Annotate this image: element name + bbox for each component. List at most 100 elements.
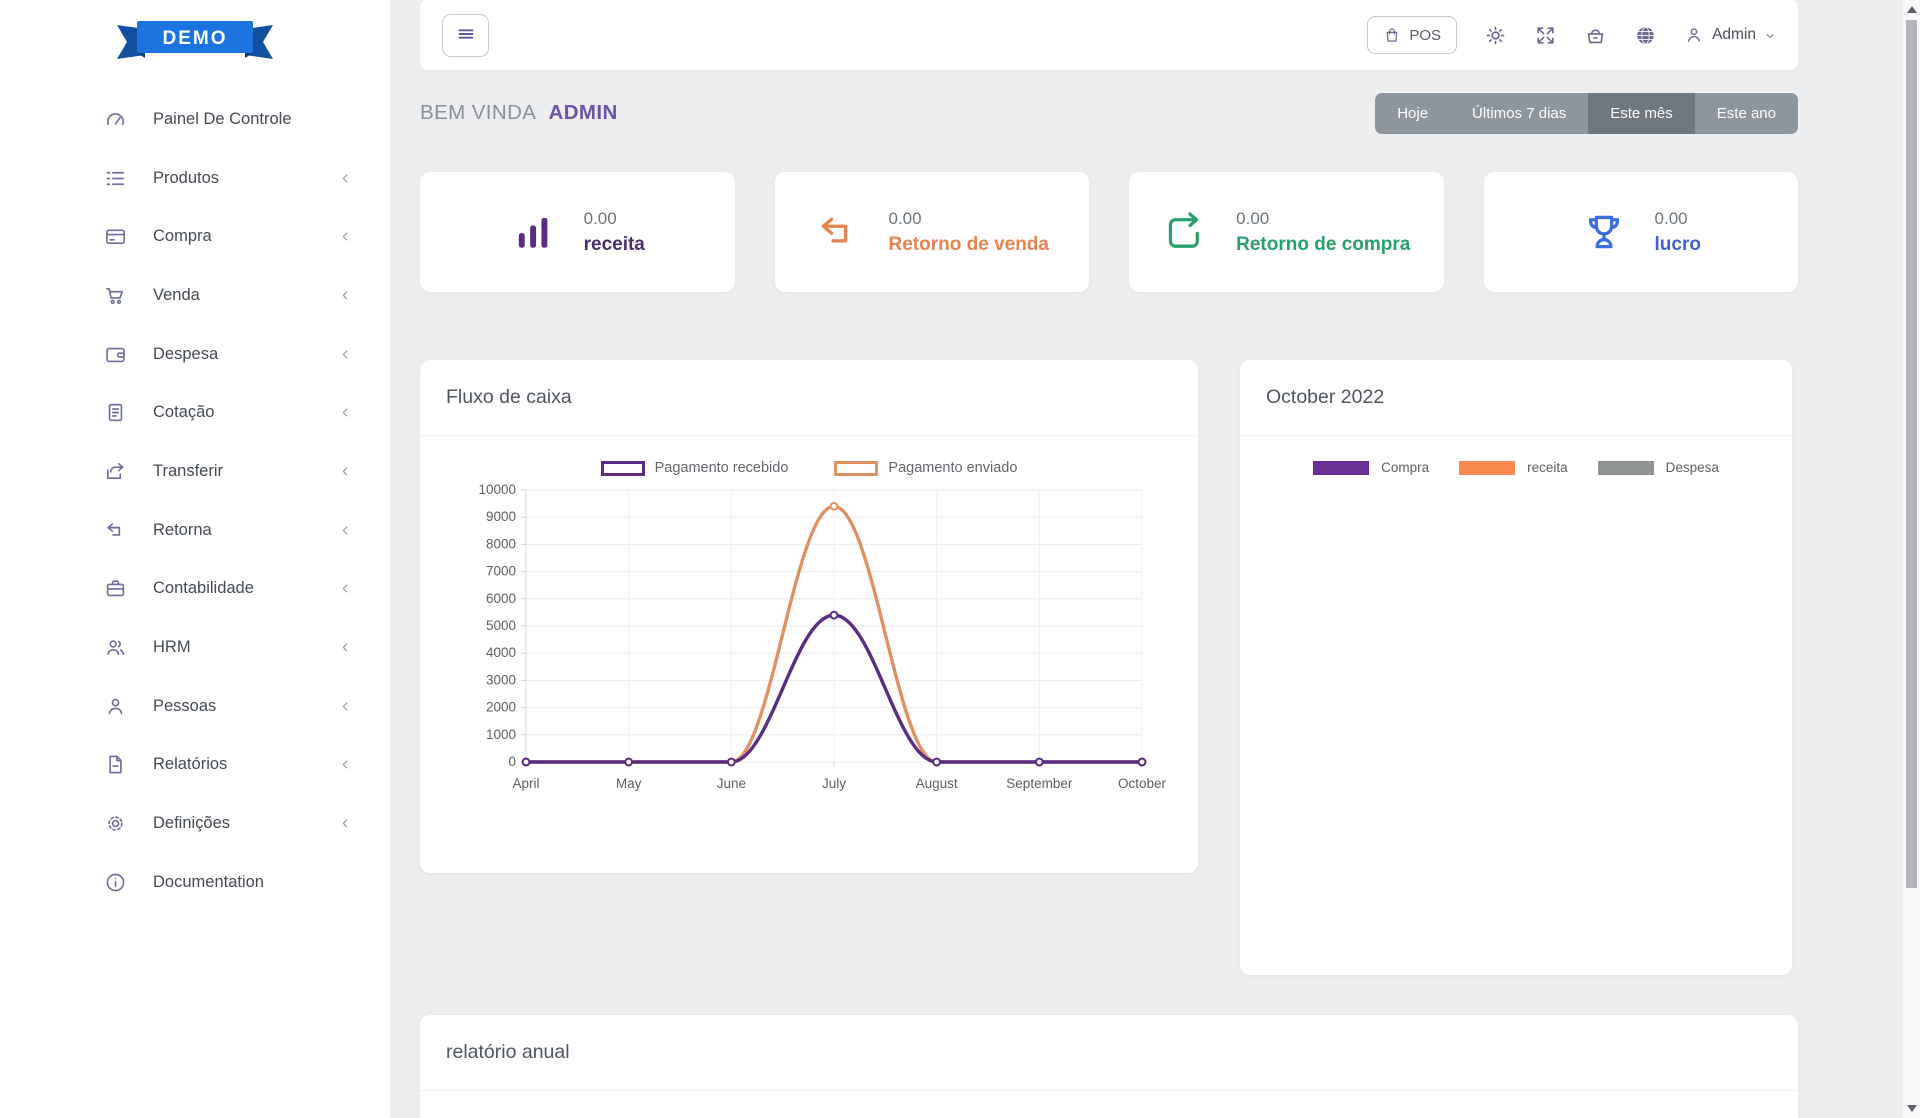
- stat-card-text: 0.00 receita: [584, 209, 645, 256]
- stat-value: 0.00: [584, 209, 645, 229]
- list-icon: [104, 167, 127, 190]
- stat-card-text: 0.00Retorno de venda: [889, 209, 1049, 256]
- svg-text:April: April: [512, 776, 539, 791]
- return-icon: [104, 519, 127, 542]
- basket-button[interactable]: [1584, 24, 1607, 47]
- svg-text:0: 0: [508, 754, 516, 769]
- sidebar-item-label: Retorna: [153, 521, 212, 540]
- svg-text:4000: 4000: [486, 645, 516, 660]
- scroll-up-icon[interactable]: [1907, 6, 1917, 13]
- panels-row: Fluxo de caixa Pagamento recebidoPagamen…: [420, 360, 1798, 975]
- cash-flow-panel: Fluxo de caixa Pagamento recebidoPagamen…: [420, 360, 1198, 873]
- sidebar-nav: Painel De ControleProdutos Compra Venda Des…: [0, 90, 390, 912]
- stat-value: 0.00: [1236, 209, 1410, 229]
- svg-text:August: August: [916, 776, 958, 791]
- sidebar-item-label: Pessoas: [153, 697, 216, 716]
- legend-swatch: [1459, 461, 1515, 475]
- legend-item-pagamento-enviado: Pagamento enviado: [834, 460, 1017, 476]
- briefcase-icon: [104, 577, 127, 600]
- topbar: POS Admin: [420, 0, 1798, 70]
- trophy-icon: [1581, 209, 1627, 255]
- sidebar-item-label: Cotação: [153, 403, 214, 422]
- stat-label: receita: [584, 234, 645, 256]
- filter-button-hoje[interactable]: Hoje: [1375, 93, 1450, 134]
- sidebar-item-despesa[interactable]: Despesa: [0, 325, 390, 384]
- admin-user-menu[interactable]: Admin: [1684, 25, 1776, 45]
- expand-button[interactable]: [1534, 24, 1557, 47]
- menu-icon: [455, 23, 477, 48]
- filter-button-este-ano[interactable]: Este ano: [1695, 93, 1798, 134]
- sidebar-item-retorna[interactable]: Retorna: [0, 501, 390, 560]
- redo-icon: [1162, 209, 1208, 255]
- svg-text:3000: 3000: [486, 672, 516, 687]
- wallet-icon: [104, 343, 127, 366]
- sidebar-item-label: Transferir: [153, 462, 223, 481]
- welcome-username: ADMIN: [548, 101, 617, 124]
- sidebar-item-relatorios[interactable]: Relatórios: [0, 736, 390, 795]
- legend-label: Compra: [1381, 460, 1429, 475]
- page-title: BEM VINDA ADMIN: [420, 101, 618, 125]
- pos-button[interactable]: POS: [1367, 16, 1457, 54]
- sidebar-item-pessoas[interactable]: Pessoas: [0, 677, 390, 736]
- gauge-icon: [104, 108, 127, 131]
- sidebar-item-label: Venda: [153, 286, 200, 305]
- hamburger-menu-button[interactable]: [442, 14, 489, 57]
- chevron-left-icon: [339, 406, 352, 419]
- annual-report-title: relatório anual: [420, 1015, 1798, 1091]
- chevron-left-icon: [339, 465, 352, 478]
- invoice-icon: [104, 401, 127, 424]
- october-panel: October 2022 ComprareceitaDespesa: [1240, 360, 1792, 975]
- sidebar-item-label: HRM: [153, 638, 191, 657]
- chevron-left-icon: [339, 758, 352, 771]
- legend-label: Pagamento recebido: [655, 460, 789, 476]
- stat-card-receita: 0.00 receita: [420, 172, 735, 292]
- sidebar-item-painel-de-controle[interactable]: Painel De Controle: [0, 90, 390, 149]
- welcome-greeting: BEM VINDA: [420, 101, 536, 124]
- svg-text:8000: 8000: [486, 536, 516, 551]
- app-logo: DEMO: [0, 0, 390, 82]
- svg-text:5000: 5000: [486, 618, 516, 633]
- svg-text:July: July: [822, 776, 846, 791]
- sidebar-item-cotacao[interactable]: Cotação: [0, 383, 390, 442]
- sidebar-item-contabilidade[interactable]: Contabilidade: [0, 560, 390, 619]
- sidebar: DEMO Painel De ControleProdutos Compra Ven…: [0, 0, 390, 1118]
- filter-button-ultimos-7-dias[interactable]: Últimos 7 dias: [1450, 93, 1588, 134]
- filter-button-este-mes[interactable]: Este mês: [1588, 93, 1695, 134]
- scrollbar-thumb[interactable]: [1906, 20, 1917, 888]
- svg-text:June: June: [717, 776, 746, 791]
- sidebar-item-label: Despesa: [153, 345, 218, 364]
- basket-icon: [1584, 35, 1607, 50]
- sidebar-item-hrm[interactable]: HRM: [0, 618, 390, 677]
- sidebar-item-produtos[interactable]: Produtos: [0, 149, 390, 208]
- globe-icon: [1634, 35, 1657, 50]
- stat-label: Retorno de venda: [889, 234, 1049, 256]
- sidebar-item-definicoes[interactable]: Definições: [0, 794, 390, 853]
- sidebar-item-label: Relatórios: [153, 755, 227, 774]
- users-icon: [104, 636, 127, 659]
- globe-button[interactable]: [1634, 24, 1657, 47]
- sun-icon: [1484, 35, 1507, 50]
- stat-value: 0.00: [1655, 209, 1701, 229]
- stat-cards-row: 0.00receita0.00Retorno de venda0.00Retor…: [420, 172, 1798, 292]
- sun-button[interactable]: [1484, 24, 1507, 47]
- cash-flow-legend: Pagamento recebido Pagamento enviado: [420, 460, 1198, 476]
- legend-swatch: [834, 461, 878, 476]
- sidebar-item-documentation[interactable]: Documentation: [0, 853, 390, 912]
- cash-flow-line-chart: 0100020003000400050006000700080009000100…: [442, 478, 1176, 808]
- scrollbar[interactable]: [1903, 0, 1920, 1118]
- sidebar-item-compra[interactable]: Compra: [0, 207, 390, 266]
- stat-card-text: 0.00Retorno de compra: [1236, 209, 1410, 256]
- legend-swatch: [601, 461, 645, 476]
- sidebar-item-venda[interactable]: Venda: [0, 266, 390, 325]
- sidebar-item-label: Compra: [153, 227, 212, 246]
- cart-icon: [104, 284, 127, 307]
- svg-text:9000: 9000: [486, 509, 516, 524]
- admin-label: Admin: [1712, 26, 1756, 44]
- stat-card-lucro: 0.00lucro: [1484, 172, 1799, 292]
- svg-text:May: May: [616, 776, 642, 791]
- logo-text: DEMO: [163, 28, 228, 49]
- sidebar-item-transferir[interactable]: Transferir: [0, 442, 390, 501]
- scroll-down-icon[interactable]: [1907, 1105, 1917, 1112]
- stat-card-retorno-de-venda: 0.00Retorno de venda: [775, 172, 1090, 292]
- annual-report-panel: relatório anual: [420, 1015, 1798, 1118]
